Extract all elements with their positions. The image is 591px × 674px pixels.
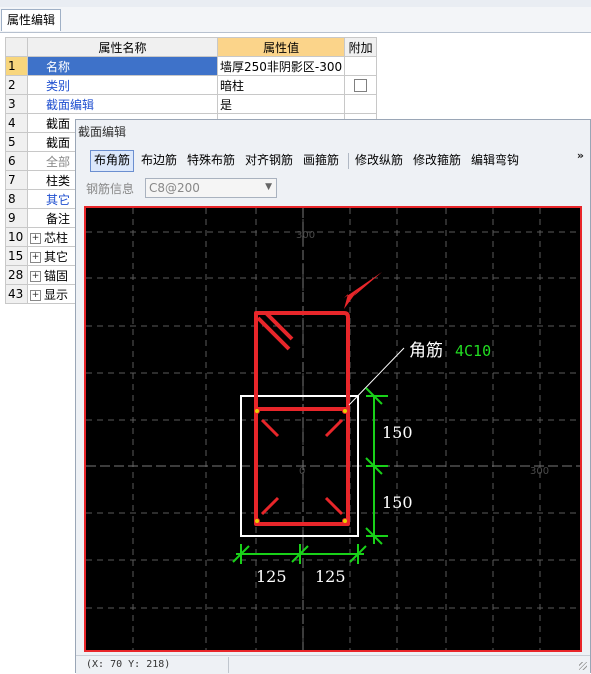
column-header-extra: 附加	[344, 37, 378, 57]
property-name[interactable]: 名称	[27, 56, 218, 76]
section-edit-dialog: 截面编辑 布角筋 布边筋 特殊布筋 对齐钢筋 画箍筋 修改纵筋 修改箍筋 编辑弯…	[75, 119, 591, 674]
expand-icon[interactable]: +	[30, 251, 41, 263]
property-name-text: 截面	[46, 116, 71, 131]
rebar-info-label: 钢筋信息	[86, 182, 135, 196]
tool-modify-longitudinal[interactable]: 修改纵筋	[352, 150, 406, 170]
tool-edge-rebar[interactable]: 布边筋	[138, 150, 180, 170]
annotation-spec: 4C10	[455, 342, 491, 360]
dialog-toolbar: 布角筋 布边筋 特殊布筋 对齐钢筋 画箍筋 修改纵筋 修改箍筋 编辑弯钩	[88, 150, 583, 172]
row-number: 1	[5, 56, 28, 76]
row-number: 28	[5, 265, 28, 285]
row-number: 8	[5, 189, 28, 209]
property-name-text: 显示	[44, 287, 69, 302]
dim-horizontal-right: 125	[315, 567, 346, 586]
dim-vertical-upper: 150	[382, 423, 413, 442]
extra-checkbox[interactable]	[354, 79, 368, 92]
property-row[interactable]: 1 名称 墙厚250非阴影区-300	[5, 56, 378, 76]
property-row[interactable]: 2 类别 暗柱	[5, 75, 378, 95]
property-name-text: 其它	[46, 192, 71, 207]
tool-draw-stirrup[interactable]: 画箍筋	[300, 150, 342, 170]
horizontal-dimension	[232, 544, 367, 564]
property-name-text: 芯柱	[44, 230, 69, 245]
tab-property-edit[interactable]: 属性编辑	[1, 9, 61, 31]
vertical-dimension	[365, 387, 388, 545]
column-header-value: 属性值	[216, 37, 346, 57]
status-divider	[228, 657, 229, 673]
property-name-text: 全部	[46, 154, 71, 169]
row-number: 6	[5, 151, 28, 171]
toolbar-separator	[348, 153, 349, 169]
tab-bar: 属性编辑	[0, 7, 591, 33]
row-number: 3	[5, 94, 28, 114]
property-row[interactable]: 3 截面编辑 是	[5, 94, 378, 114]
rebar-info-select[interactable]: C8@200 ▼	[145, 178, 277, 198]
property-name[interactable]: 截面编辑	[27, 94, 218, 114]
expand-icon[interactable]: +	[30, 270, 41, 282]
property-value[interactable]: 墙厚250非阴影区-300	[216, 56, 346, 76]
tool-modify-stirrup[interactable]: 修改箍筋	[410, 150, 464, 170]
property-value[interactable]: 是	[216, 94, 346, 114]
expand-icon[interactable]: +	[30, 232, 41, 244]
dim-vertical-lower: 150	[382, 493, 413, 512]
dim-horizontal-left: 125	[256, 567, 287, 586]
row-number: 7	[5, 170, 28, 190]
resize-grip-icon[interactable]	[579, 662, 587, 670]
property-name[interactable]: 类别	[27, 75, 218, 95]
property-extra	[344, 94, 378, 114]
row-number: 2	[5, 75, 28, 95]
property-name-text: 截面编辑	[46, 97, 95, 112]
property-name-text: 截面	[46, 135, 71, 150]
property-value[interactable]: 暗柱	[216, 75, 346, 95]
row-number: 9	[5, 208, 28, 228]
stirrup	[254, 311, 350, 526]
cursor-coordinates: (X: 70 Y: 218)	[86, 659, 171, 670]
property-extra	[344, 56, 378, 76]
dialog-title: 截面编辑	[78, 125, 127, 139]
row-number: 10	[5, 227, 28, 247]
tool-corner-rebar[interactable]: 布角筋	[90, 150, 135, 172]
section-drawing: 300 300 0 角筋 4C10 150 150 125 125	[86, 208, 580, 650]
property-name-text: 柱类	[46, 173, 71, 188]
status-bar: (X: 70 Y: 218)	[76, 655, 590, 674]
property-extra[interactable]	[344, 75, 378, 95]
drawing-canvas[interactable]: 300 300 0 角筋 4C10 150 150 125 125	[84, 206, 582, 652]
rebar-info-value: C8@200	[149, 181, 200, 195]
annotation-label: 角筋	[409, 341, 443, 361]
corner-cell	[5, 37, 28, 57]
row-number: 4	[5, 113, 28, 133]
column-header-name: 属性名称	[27, 37, 218, 57]
tool-special-rebar[interactable]: 特殊布筋	[184, 150, 238, 170]
row-number: 5	[5, 132, 28, 152]
tool-edit-hook[interactable]: 编辑弯钩	[468, 150, 522, 170]
axis-label-origin: 0	[299, 466, 305, 477]
axis-label-right: 300	[530, 466, 549, 477]
property-name-text: 锚固	[44, 268, 69, 283]
toolbar-overflow-icon[interactable]: »	[577, 149, 584, 162]
expand-icon[interactable]: +	[30, 289, 41, 301]
tool-align-rebar[interactable]: 对齐钢筋	[242, 150, 296, 170]
row-number: 15	[5, 246, 28, 266]
property-name-text: 备注	[46, 211, 71, 226]
row-number: 43	[5, 284, 28, 304]
property-name-text: 类别	[46, 78, 71, 93]
chevron-down-icon: ▼	[265, 182, 272, 192]
property-name-text: 名称	[46, 59, 71, 74]
axis-label-top: 300	[296, 230, 315, 241]
property-name-text: 其它	[44, 249, 69, 264]
